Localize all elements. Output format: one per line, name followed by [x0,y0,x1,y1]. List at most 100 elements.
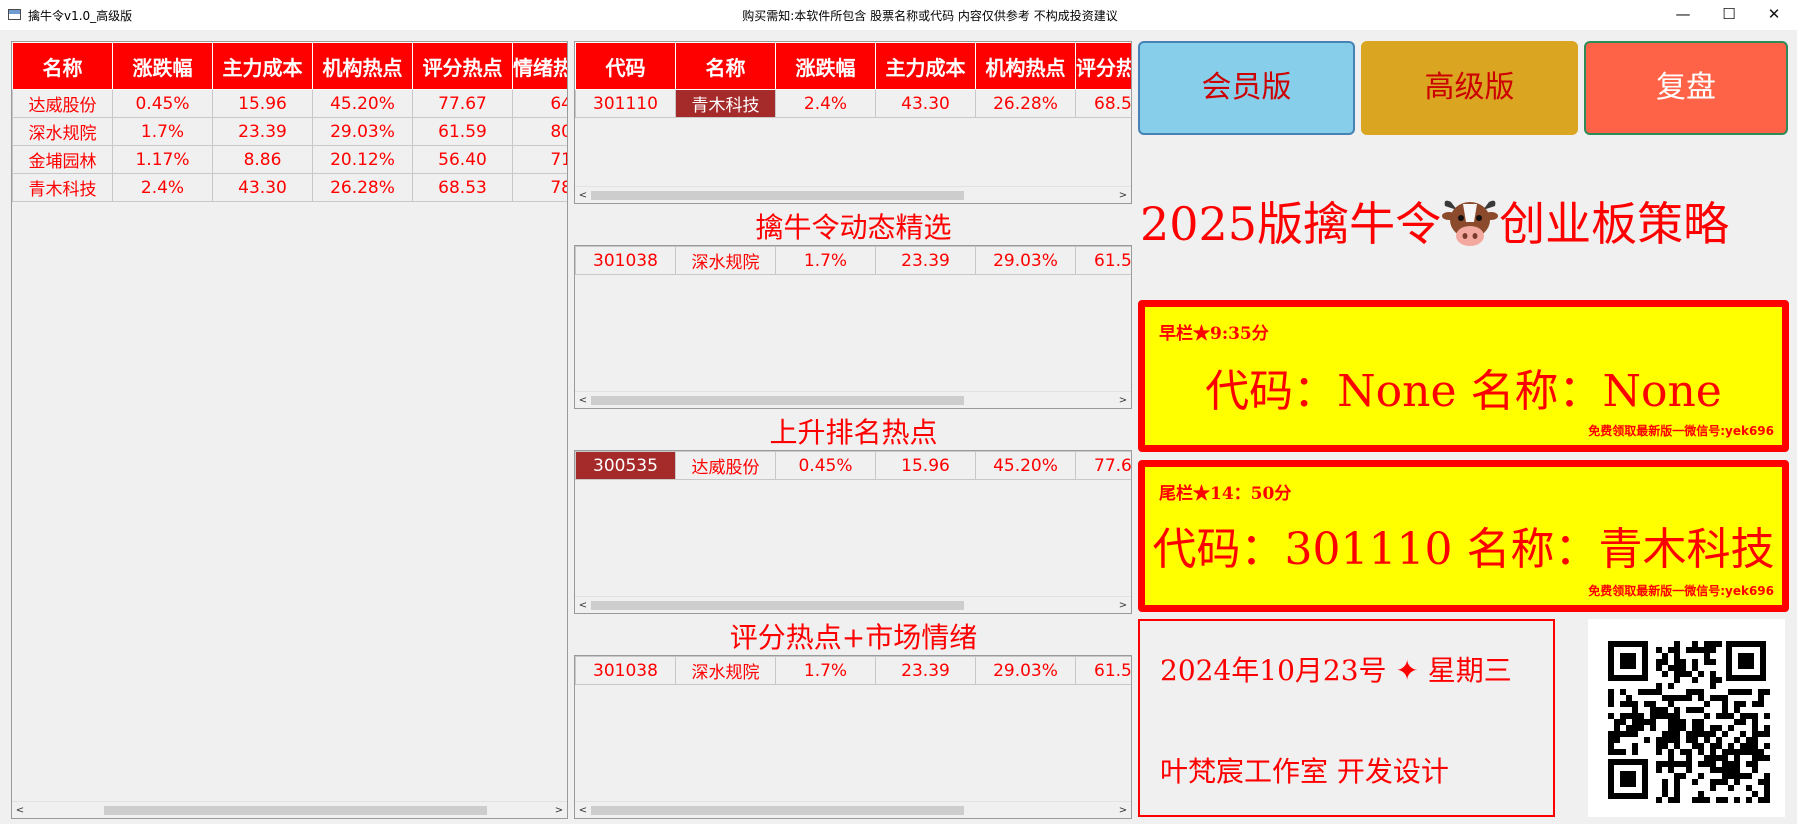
scroll-right-icon[interactable]: > [1116,598,1130,613]
scrollbar-thumb[interactable] [591,806,964,815]
cell-name[interactable]: 青木科技 [12,173,113,202]
table-row[interactable]: 深水规院 1.7% 23.39 29.03% 61.59 80 [12,117,567,146]
header-institution-hot[interactable]: 机构热点 [975,42,1076,90]
horizontal-scrollbar[interactable]: < > [575,391,1131,408]
header-sentiment-hot[interactable]: 情绪热点 [512,42,567,90]
cell-score-hot[interactable]: 68.53 [1075,89,1131,118]
horizontal-scrollbar[interactable]: < > [575,596,1131,613]
cell-main-cost[interactable]: 23.39 [875,656,976,685]
score-sentiment-panel[interactable]: 301038 深水规院 1.7% 23.39 29.03% 61.59 < > [574,655,1132,819]
cell-main-cost[interactable]: 43.30 [875,89,976,118]
cell-score-hot[interactable]: 77.67 [1075,451,1131,480]
maximize-button[interactable]: ☐ [1706,0,1752,30]
cell-sentiment-hot[interactable]: 80 [512,117,567,146]
scroll-left-icon[interactable]: < [576,188,590,203]
scrollbar-thumb[interactable] [591,601,964,610]
table-row[interactable]: 青木科技 2.4% 43.30 26.28% 68.53 78 [12,173,567,202]
cell-score-hot[interactable]: 68.53 [412,173,513,202]
scrollbar-thumb[interactable] [591,396,964,405]
cell-score-hot[interactable]: 56.40 [412,145,513,174]
cell-main-cost[interactable]: 23.39 [875,246,976,275]
cell-change[interactable]: 1.7% [775,246,876,275]
header-change[interactable]: 涨跌幅 [112,42,213,90]
cell-code-selected[interactable]: 300535 [575,451,676,480]
scroll-left-icon[interactable]: < [576,803,590,818]
cell-change[interactable]: 2.4% [775,89,876,118]
cell-main-cost[interactable]: 23.39 [212,117,313,146]
scroll-left-icon[interactable]: < [576,598,590,613]
scroll-right-icon[interactable]: > [1116,803,1130,818]
cell-institution-hot[interactable]: 20.12% [312,145,413,174]
header-main-cost[interactable]: 主力成本 [875,42,976,90]
cell-name[interactable]: 深水规院 [675,246,776,275]
scroll-left-icon[interactable]: < [13,803,27,818]
cell-institution-hot[interactable]: 29.03% [312,117,413,146]
horizontal-scrollbar[interactable]: < > [12,801,567,818]
header-code[interactable]: 代码 [575,42,676,90]
table-row[interactable]: 301110 青木科技 2.4% 43.30 26.28% 68.53 [575,89,1131,118]
cell-institution-hot[interactable]: 29.03% [975,656,1076,685]
scroll-left-icon[interactable]: < [576,393,590,408]
scrollbar-thumb[interactable] [591,191,964,200]
cell-name[interactable]: 深水规院 [12,117,113,146]
cell-main-cost[interactable]: 15.96 [875,451,976,480]
close-button[interactable]: ✕ [1751,0,1797,30]
cell-change[interactable]: 1.7% [112,117,213,146]
cell-sentiment-hot[interactable]: 64 [512,89,567,118]
cell-change[interactable]: 0.45% [775,451,876,480]
scroll-right-icon[interactable]: > [1116,393,1130,408]
cell-change[interactable]: 1.17% [112,145,213,174]
cell-score-hot[interactable]: 61.59 [1075,656,1131,685]
header-change[interactable]: 涨跌幅 [775,42,876,90]
header-name[interactable]: 名称 [675,42,776,90]
header-institution-hot[interactable]: 机构热点 [312,42,413,90]
advanced-edition-button[interactable]: 高级版 [1361,41,1578,135]
main-stock-panel[interactable]: 代码 名称 涨跌幅 主力成本 机构热点 评分热点 301110 青木科技 2.4… [574,41,1132,204]
dynamic-picks-panel[interactable]: 301038 深水规院 1.7% 23.39 29.03% 61.59 < > [574,245,1132,409]
table-row[interactable]: 301038 深水规院 1.7% 23.39 29.03% 61.59 [575,246,1131,275]
cell-institution-hot[interactable]: 45.20% [312,89,413,118]
cell-score-hot[interactable]: 77.67 [412,89,513,118]
header-score-hot[interactable]: 评分热点 [1075,42,1131,90]
cell-name[interactable]: 达威股份 [675,451,776,480]
cell-change[interactable]: 2.4% [112,173,213,202]
scroll-right-icon[interactable]: > [1116,188,1130,203]
cell-name[interactable]: 深水规院 [675,656,776,685]
cell-main-cost[interactable]: 43.30 [212,173,313,202]
left-stock-panel[interactable]: 名称 涨跌幅 主力成本 机构热点 评分热点 情绪热点 达威股份 0.45% 15… [11,41,568,819]
cell-score-hot[interactable]: 61.59 [412,117,513,146]
minimize-button[interactable]: — [1660,0,1706,30]
closing-signal-box: 尾栏★14：50分 代码：301110 名称：青木科技 免费领取最新版一微信号:… [1138,460,1789,612]
cell-main-cost[interactable]: 15.96 [212,89,313,118]
cell-institution-hot[interactable]: 29.03% [975,246,1076,275]
table-row[interactable]: 300535 达威股份 0.45% 15.96 45.20% 77.67 [575,451,1131,480]
scrollbar-thumb[interactable] [104,806,487,815]
cell-score-hot[interactable]: 61.59 [1075,246,1131,275]
horizontal-scrollbar[interactable]: < > [575,186,1131,203]
cell-change[interactable]: 0.45% [112,89,213,118]
cell-code[interactable]: 301110 [575,89,676,118]
cell-sentiment-hot[interactable]: 71 [512,145,567,174]
table-row[interactable]: 达威股份 0.45% 15.96 45.20% 77.67 64 [12,89,567,118]
member-edition-button[interactable]: 会员版 [1138,41,1355,135]
horizontal-scrollbar[interactable]: < > [575,801,1131,818]
cell-name[interactable]: 金埔园林 [12,145,113,174]
cell-code[interactable]: 301038 [575,656,676,685]
header-score-hot[interactable]: 评分热点 [412,42,513,90]
cell-institution-hot[interactable]: 26.28% [975,89,1076,118]
cell-institution-hot[interactable]: 26.28% [312,173,413,202]
cell-sentiment-hot[interactable]: 78 [512,173,567,202]
rising-rank-panel[interactable]: 300535 达威股份 0.45% 15.96 45.20% 77.67 < > [574,450,1132,614]
table-row[interactable]: 金埔园林 1.17% 8.86 20.12% 56.40 71 [12,145,567,174]
scroll-right-icon[interactable]: > [552,803,566,818]
cell-main-cost[interactable]: 8.86 [212,145,313,174]
cell-code[interactable]: 301038 [575,246,676,275]
cell-name-selected[interactable]: 青木科技 [675,89,776,118]
table-row[interactable]: 301038 深水规院 1.7% 23.39 29.03% 61.59 [575,656,1131,685]
cell-institution-hot[interactable]: 45.20% [975,451,1076,480]
header-name[interactable]: 名称 [12,42,113,90]
review-button[interactable]: 复盘 [1584,41,1788,135]
cell-change[interactable]: 1.7% [775,656,876,685]
header-main-cost[interactable]: 主力成本 [212,42,313,90]
cell-name[interactable]: 达威股份 [12,89,113,118]
